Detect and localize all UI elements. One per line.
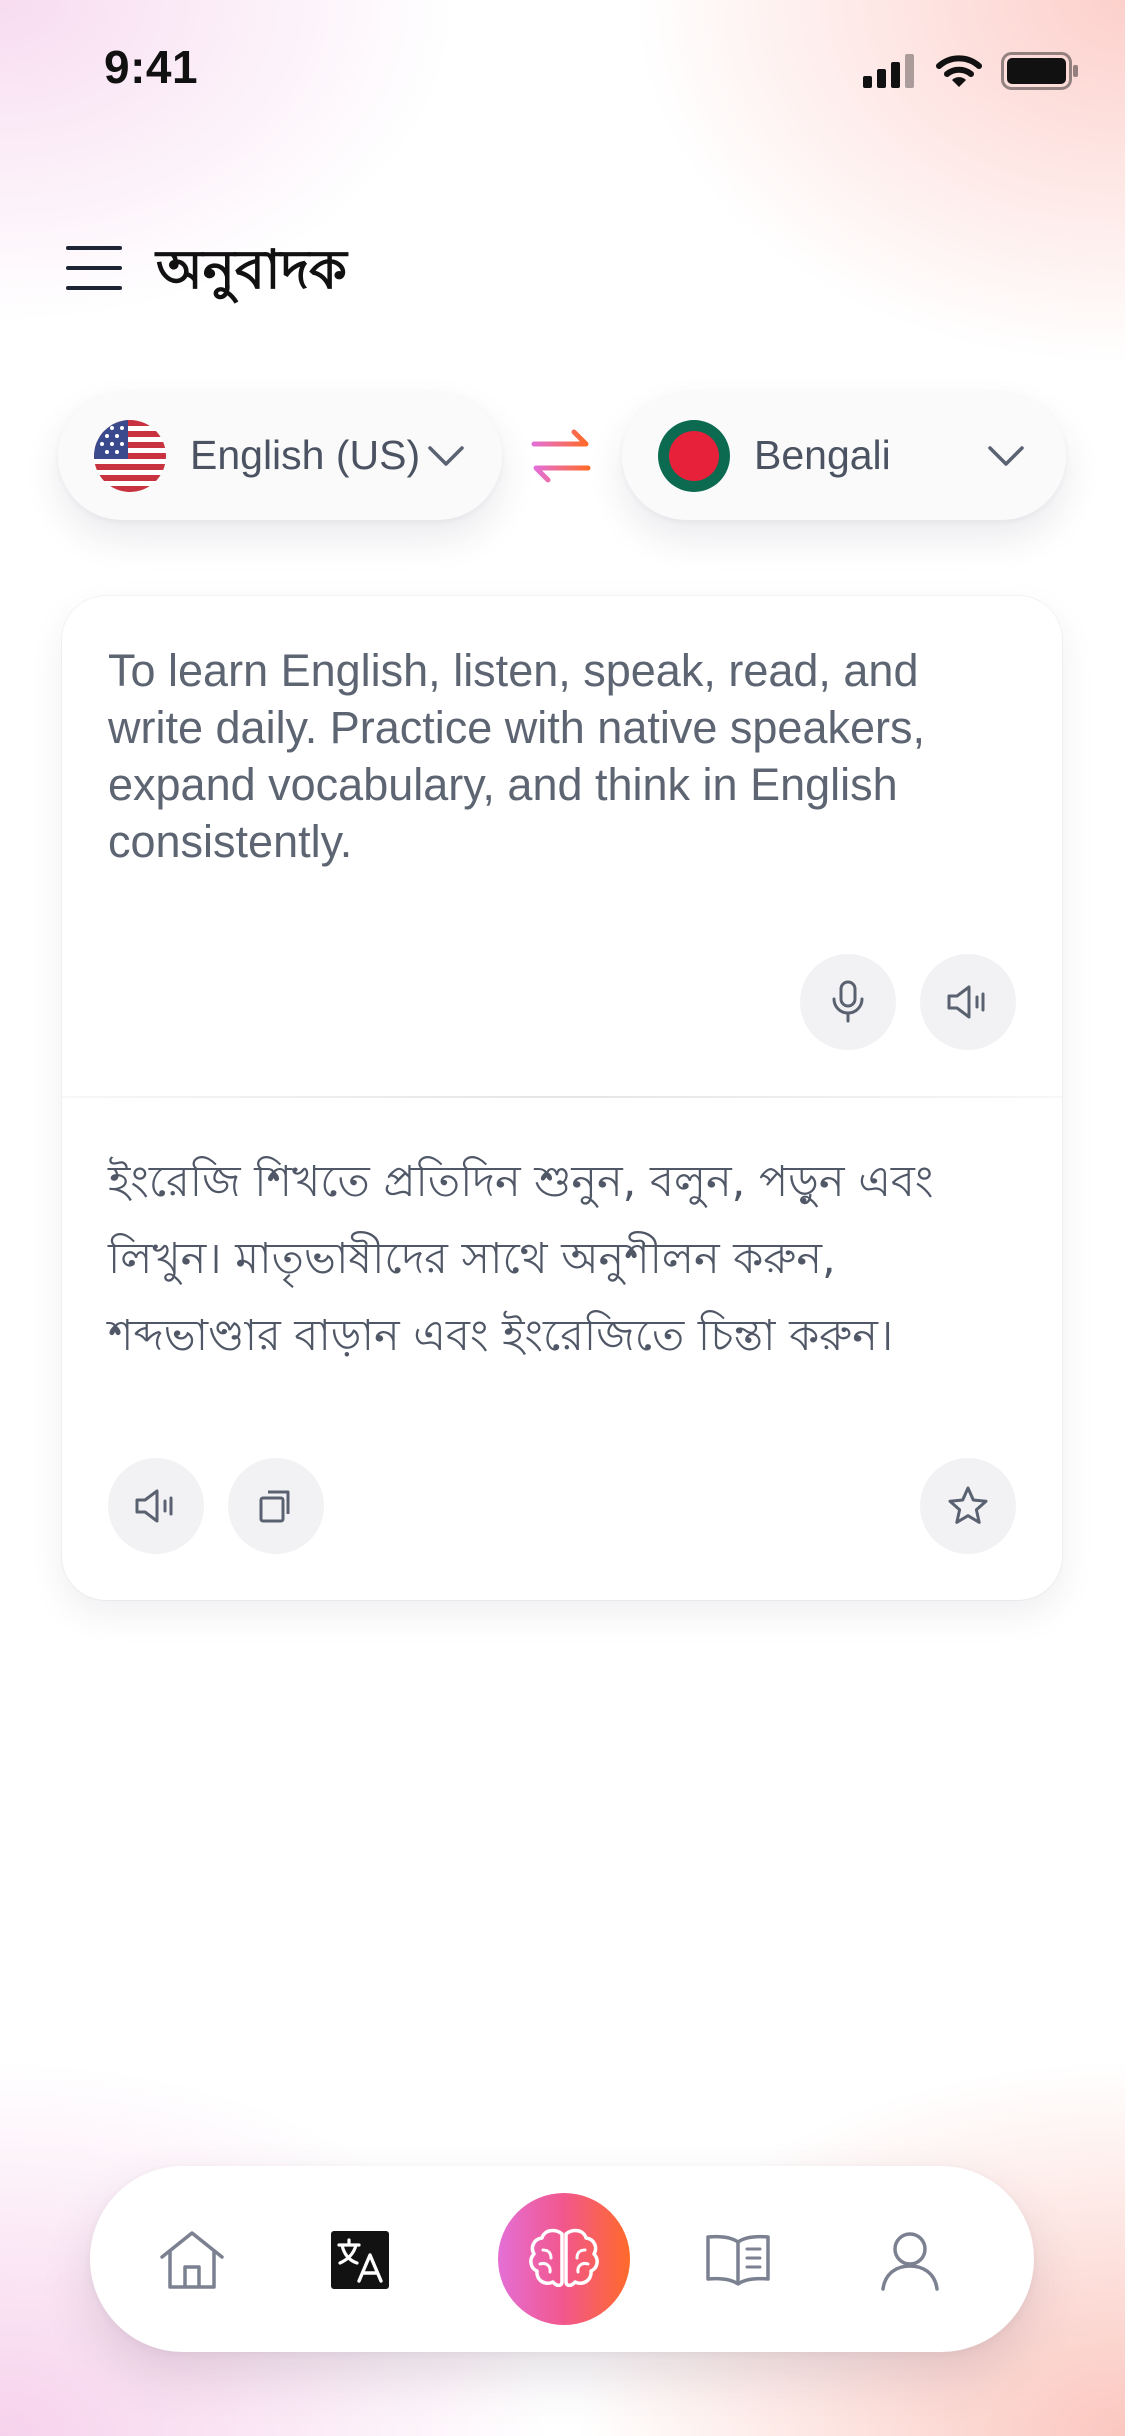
nav-translate[interactable] xyxy=(310,2210,410,2310)
swap-languages-button[interactable] xyxy=(526,426,596,486)
nav-library[interactable] xyxy=(688,2210,788,2310)
chevron-down-icon xyxy=(988,446,1024,466)
book-icon xyxy=(706,2234,770,2286)
bangladesh-flag-icon xyxy=(658,420,730,492)
menu-button[interactable] xyxy=(66,246,124,292)
speaker-icon xyxy=(135,1489,173,1523)
copy-button[interactable] xyxy=(228,1458,324,1554)
status-icons xyxy=(863,52,1079,90)
speaker-icon xyxy=(947,985,985,1019)
hamburger-menu-icon xyxy=(66,246,122,250)
us-flag-icon xyxy=(94,420,166,492)
nav-profile[interactable] xyxy=(860,2210,960,2310)
swap-arrows-icon xyxy=(531,429,591,483)
translated-text: ইংরেজি শিখতে প্রতিদিন শুনুন, বলুন, পড়ুন… xyxy=(108,1157,934,1361)
bottom-nav xyxy=(90,2166,1034,2352)
nav-home[interactable] xyxy=(142,2210,242,2310)
microphone-button[interactable] xyxy=(800,954,896,1050)
translation-card: To learn English, listen, speak, read, a… xyxy=(62,596,1062,1600)
chevron-down-icon xyxy=(428,446,464,466)
profile-icon xyxy=(881,2232,939,2291)
source-speaker-button[interactable] xyxy=(920,954,1016,1050)
source-text-input[interactable]: To learn English, listen, speak, read, a… xyxy=(108,642,1008,870)
divider xyxy=(62,1096,1062,1098)
copy-icon xyxy=(259,1490,290,1523)
hamburger-line xyxy=(66,266,122,270)
star-icon xyxy=(948,1486,988,1524)
source-language-label: English (US) xyxy=(190,432,421,478)
nav-ai-assistant[interactable] xyxy=(498,2193,630,2325)
page-title: অনুবাদক xyxy=(156,238,347,301)
brain-icon xyxy=(529,2228,599,2288)
battery-icon xyxy=(1001,52,1078,90)
microphone-icon xyxy=(832,980,864,1023)
target-language-label: Bengali xyxy=(754,432,891,478)
source-language-selector[interactable]: English (US) xyxy=(58,392,502,520)
status-time: 9:41 xyxy=(104,41,199,93)
cellular-signal-icon xyxy=(863,54,914,88)
wifi-icon xyxy=(936,55,982,87)
favorite-button[interactable] xyxy=(920,1458,1016,1554)
home-icon xyxy=(160,2231,224,2289)
hamburger-line xyxy=(66,286,122,290)
target-speaker-button[interactable] xyxy=(108,1458,204,1554)
translate-icon xyxy=(331,2231,389,2289)
target-language-selector[interactable]: Bengali xyxy=(622,392,1066,520)
